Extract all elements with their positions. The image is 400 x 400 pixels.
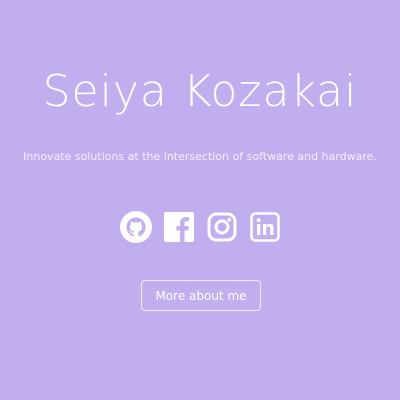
- facebook-link[interactable]: [163, 211, 195, 243]
- page-title: Seiya Kozakai: [42, 66, 358, 117]
- linkedin-link[interactable]: [249, 211, 281, 243]
- instagram-link[interactable]: [206, 211, 238, 243]
- instagram-icon: [207, 212, 236, 242]
- social-links: [0, 211, 400, 243]
- facebook-icon: [163, 212, 194, 242]
- github-link[interactable]: [119, 211, 152, 243]
- tagline: Innovate solutions at the intersection o…: [23, 150, 377, 163]
- more-about-me-button[interactable]: More about me: [141, 280, 261, 311]
- github-icon: [119, 211, 152, 243]
- hero-section: Seiya Kozakai Innovate solutions at the …: [0, 0, 400, 400]
- linkedin-icon: [249, 212, 280, 242]
